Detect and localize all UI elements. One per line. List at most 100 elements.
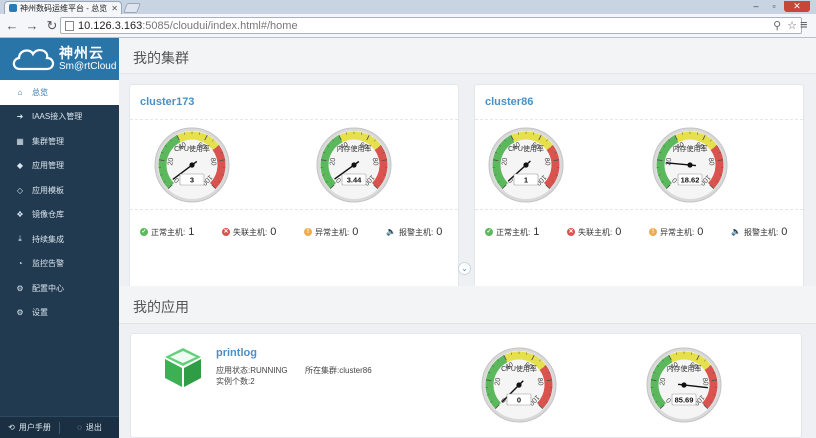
gauge-tick-label: 20	[329, 157, 337, 166]
logo-subtitle: Sm@rtCloud	[59, 61, 117, 72]
page-icon	[65, 20, 74, 31]
maximize-button[interactable]: ▫	[766, 1, 782, 12]
lost-hosts-count: 0	[270, 226, 277, 238]
sidebar-item[interactable]: ⤓ 持续集成	[0, 227, 119, 252]
alarm-hosts-label: 报警主机:	[744, 227, 779, 237]
app-status: 应用状态:RUNNING	[216, 366, 288, 375]
tab-title: 神州数码运维平台 - 总览	[20, 3, 108, 13]
logout-link[interactable]: ◌ 退出	[60, 422, 119, 433]
gauge-title: CPU使用率	[508, 144, 544, 153]
normal-hosts-label: 正常主机:	[151, 227, 186, 237]
forward-button[interactable]: →	[24, 18, 40, 34]
clusters-title: 我的集群	[133, 50, 189, 66]
cogs-icon: ⚙	[16, 283, 24, 293]
normal-hosts-icon: ✓	[140, 228, 148, 236]
cpu-gauge: 0 20 40 60 80 100 CPU使用率 1	[488, 127, 564, 203]
gauge-tick-label: 20	[659, 377, 667, 386]
window-controls: – ▫ ✕	[748, 1, 810, 12]
abnormal-hosts-count: 0	[697, 226, 704, 238]
gauge-tick-label: 80	[371, 157, 379, 166]
gear-icon: ⚙	[16, 308, 24, 318]
cube-icon: ◆	[16, 161, 24, 171]
sidebar: 神州云 Sm@rtCloud ⌂ 总览 ➜ IAAS接入管理 ▦ 集群管理 ◆ 应用管理 ◇ 应用…	[0, 38, 119, 438]
cpu-gauge: 0 20 40 60 80 100 CPU使用率 3	[154, 127, 230, 203]
app-cluster: 所在集群:cluster86	[305, 366, 372, 375]
sidebar-item[interactable]: ◇ 应用模板	[0, 178, 119, 203]
expand-chevron-down-icon[interactable]: ⌄	[458, 262, 471, 275]
abnormal-hosts-label: 异常主机:	[315, 227, 350, 237]
home-icon: ⌂	[17, 87, 23, 97]
reload-button[interactable]: ↻	[44, 18, 60, 34]
grid-icon: ▦	[16, 136, 24, 146]
gauge-icon: ◔	[17, 259, 23, 269]
normal-hosts-label: 正常主机:	[496, 227, 531, 237]
sidebar-item-label: 监控告警	[32, 259, 64, 269]
sidebar-nav: ⌂ 总览 ➜ IAAS接入管理 ▦ 集群管理 ◆ 应用管理 ◇ 应用模板 ❖ 镜像仓库 ⤓ 持续集成 ◔ 监控…	[0, 80, 119, 325]
cpu-gauge: 020406080100CPU使用率0	[481, 347, 557, 423]
login-icon: ➜	[16, 112, 24, 122]
sidebar-item[interactable]: ⌂ 总览	[0, 80, 119, 105]
gauge-title: CPU使用率	[174, 144, 210, 153]
memory-gauge: 0 20 40 60 80 100 内存使用率 3.44	[316, 127, 392, 203]
apps-title: 我的应用	[133, 299, 189, 315]
app-instances: 实例个数:2	[216, 377, 255, 386]
gauge-title: 内存使用率	[667, 364, 702, 373]
browser-menu-icon[interactable]: ≡	[800, 18, 812, 31]
gauge-title: 内存使用率	[337, 144, 372, 153]
sidebar-item-label: 应用管理	[32, 161, 64, 171]
gauge-title: 内存使用率	[673, 144, 708, 153]
abnormal-hosts-label: 异常主机:	[660, 227, 695, 237]
cluster-name[interactable]: cluster86	[485, 96, 533, 108]
normal-hosts-count: 1	[188, 226, 195, 238]
gauge-tick-label: 80	[536, 377, 544, 386]
gauge-tick-label: 80	[707, 157, 715, 166]
sidebar-item-label: 总览	[32, 87, 48, 97]
gauge-tick-label: 20	[494, 377, 502, 386]
sidebar-item[interactable]: ◆ 应用管理	[0, 154, 119, 179]
address-bar[interactable]: 10.126.3.163:5085/cloudui/index.html#/ho…	[60, 17, 802, 34]
sidebar-item-label: 设置	[32, 308, 48, 318]
search-icon[interactable]: ⚲	[773, 19, 781, 32]
host-stats: ✓ 正常主机: 1 ✕ 失联主机: 0! 异常主机: 0 🔈 报警主机: 0	[130, 223, 458, 241]
lost-hosts-count: 0	[615, 226, 622, 238]
sidebar-item[interactable]: ◔ 监控告警	[0, 252, 119, 277]
alarm-hosts-count: 0	[781, 226, 788, 238]
lost-hosts-icon: ✕	[567, 228, 575, 236]
alarm-hosts-icon: 🔈	[386, 227, 396, 236]
clusters-header	[119, 38, 816, 74]
user-manual-link[interactable]: ⟲ 用户手册	[0, 422, 59, 433]
cluster-name[interactable]: cluster173	[140, 96, 194, 108]
gauge-value: 0	[517, 395, 521, 404]
sidebar-item[interactable]: ❖ 镜像仓库	[0, 203, 119, 228]
gauge-tick-label: 20	[665, 157, 673, 166]
abnormal-hosts-stat: ! 异常主机: 0	[649, 226, 703, 238]
bookmark-star-icon[interactable]: ☆	[787, 19, 797, 32]
app-name-link[interactable]: printlog	[216, 347, 257, 359]
logout-label: 退出	[85, 423, 102, 432]
new-tab-button[interactable]	[123, 3, 141, 13]
close-window-button[interactable]: ✕	[784, 1, 810, 12]
tab-close-icon[interactable]: ✕	[111, 4, 118, 13]
user-manual-label: 用户手册	[18, 423, 51, 432]
sidebar-item-label: 应用模板	[32, 185, 64, 195]
gauge-tick-label: 20	[501, 157, 509, 166]
browser-tab[interactable]: 神州数码运维平台 - 总览 ✕	[4, 1, 122, 14]
gauge-value: 18.62	[681, 175, 700, 184]
sidebar-item[interactable]: ➜ IAAS接入管理	[0, 105, 119, 130]
sidebar-item-label: 持续集成	[32, 234, 64, 244]
logo[interactable]: 神州云 Sm@rtCloud	[0, 38, 119, 80]
cluster-card: cluster173 0 20 40 60 80 100 CPU使用率 3 0 20 40 60 80…	[129, 84, 459, 288]
url-host: 10.126.3.163	[78, 19, 143, 32]
sidebar-item[interactable]: ⚙ 设置	[0, 301, 119, 326]
gauge-value: 3	[190, 175, 194, 184]
sidebar-item[interactable]: ▦ 集群管理	[0, 129, 119, 154]
sidebar-item[interactable]: ⚙ 配置中心	[0, 276, 119, 301]
gauge-value: 85.69	[675, 395, 694, 404]
sidebar-footer: ⟲ 用户手册 ◌ 退出	[0, 416, 119, 438]
apps-header	[119, 286, 816, 324]
minimize-button[interactable]: –	[748, 1, 764, 12]
cluster-card: cluster86 0 20 40 60 80 100 CPU使用率 1 0 20 40 60 80 1…	[474, 84, 804, 288]
cube-outline-icon: ◇	[16, 185, 24, 195]
alarm-hosts-count: 0	[436, 226, 443, 238]
back-button[interactable]: ←	[4, 18, 20, 34]
